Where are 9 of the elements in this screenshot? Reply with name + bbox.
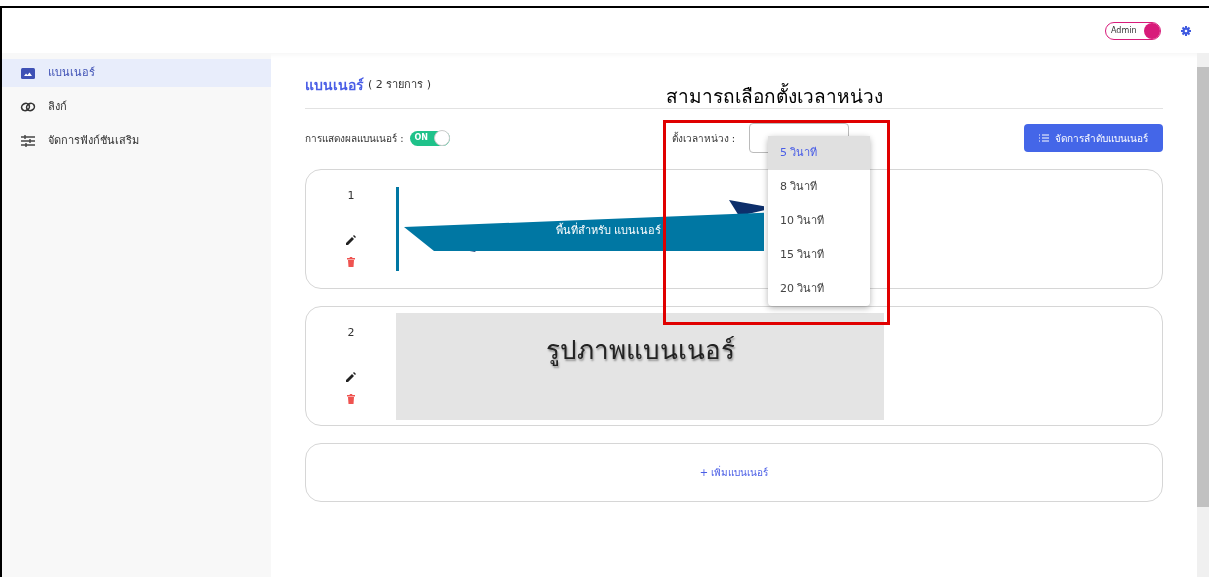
- annotation-text: สามารถเลือกตั้งเวลาหน่วง: [666, 82, 883, 109]
- page-title: แบนเนอร์: [305, 76, 364, 95]
- item-count: ( 2 รายการ ): [368, 77, 432, 93]
- interval-label: ตั้งเวลาหน่วง :: [671, 130, 736, 146]
- banner-index: 1: [347, 188, 355, 204]
- display-label: การแสดงผลแบนเนอร์ :: [305, 131, 404, 146]
- banner-index: 2: [347, 325, 355, 341]
- banner-caption: พื้นที่สำหรับ แบนเนอร์: [556, 223, 662, 239]
- banner-caption: รูปภาพแบนเนอร์: [545, 334, 735, 368]
